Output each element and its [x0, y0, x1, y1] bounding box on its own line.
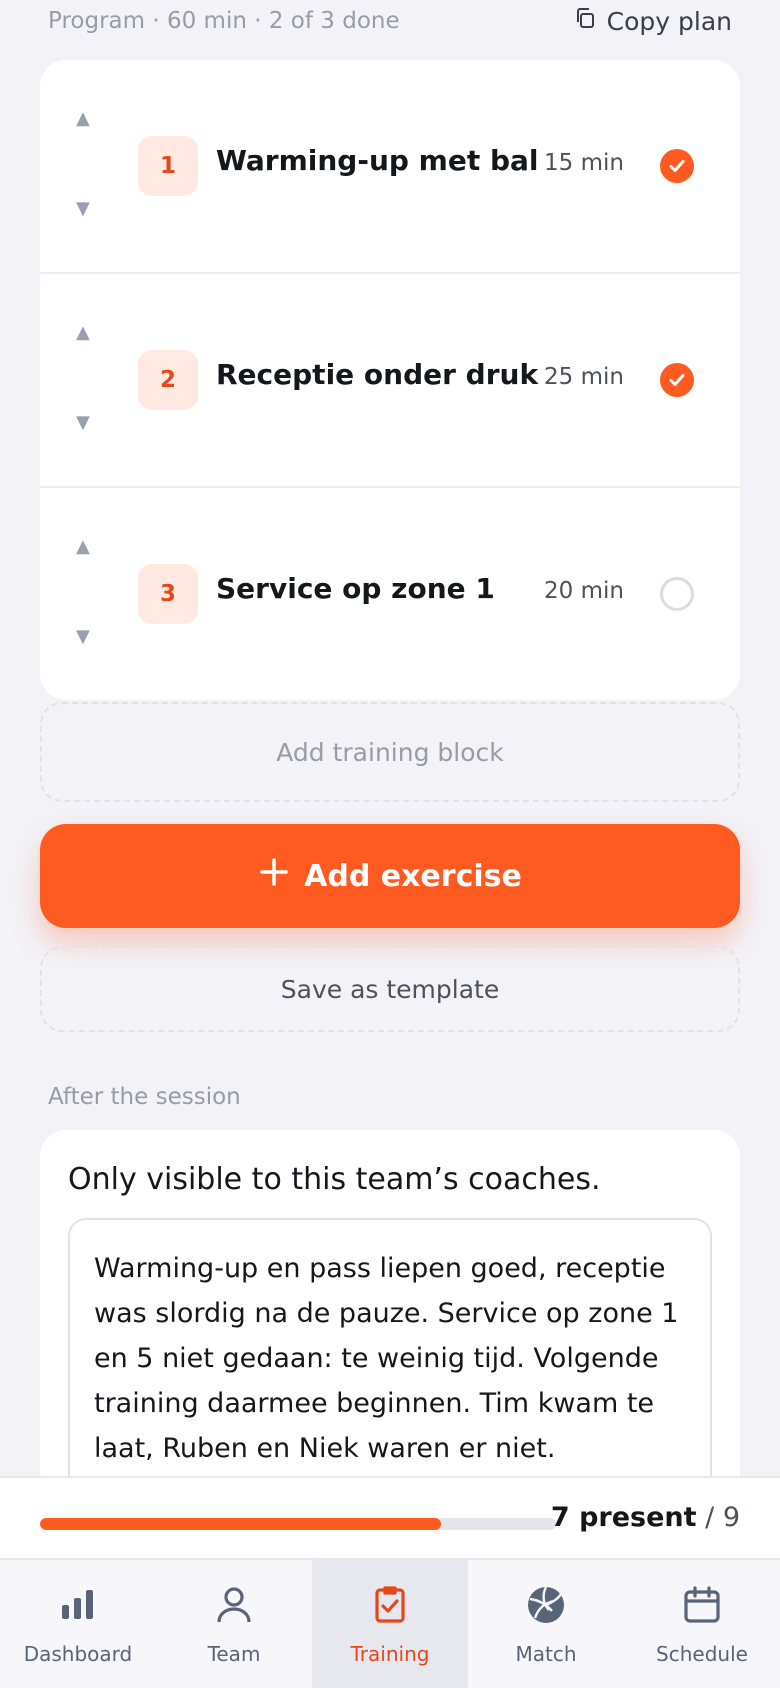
tab-label: Match: [515, 1641, 577, 1666]
exercise-list: ▲ ▼ 1 Warming-up met bal 15 min ▲ ▼ 2 Re…: [40, 60, 740, 700]
bottom-tab-bar: Dashboard Team Training Match Schedule: [0, 1558, 780, 1688]
move-down-icon[interactable]: ▼: [76, 628, 90, 646]
copy-icon: [573, 6, 597, 36]
exercise-name: Service op zone 1: [216, 572, 495, 605]
attendance-count: 7 present / 9: [551, 1502, 740, 1533]
exercise-number: 2: [138, 350, 198, 410]
move-up-icon[interactable]: ▲: [76, 324, 90, 342]
clipboard-check-icon: [368, 1583, 412, 1632]
add-exercise-label: Add exercise: [304, 858, 522, 894]
tab-label: Schedule: [656, 1641, 748, 1666]
exercise-name: Warming-up met bal: [216, 144, 539, 177]
save-as-template-button[interactable]: Save as template: [40, 946, 740, 1032]
move-down-icon[interactable]: ▼: [76, 414, 90, 432]
tab-team[interactable]: Team: [156, 1560, 312, 1688]
tab-match[interactable]: Match: [468, 1560, 624, 1688]
plus-icon: [258, 856, 290, 896]
exercise-duration: 25 min: [544, 364, 624, 390]
tab-label: Training: [350, 1641, 430, 1666]
exercise-row[interactable]: ▲ ▼ 2 Receptie onder druk 25 min: [40, 274, 740, 488]
session-notes-input[interactable]: Warming-up en pass liepen goed, receptie…: [68, 1218, 712, 1476]
program-header: Program · 60 min · 2 of 3 done Copy plan: [48, 6, 732, 36]
done-check-icon[interactable]: [660, 363, 694, 397]
add-training-block-button[interactable]: Add training block: [40, 702, 740, 802]
attendance-bar[interactable]: 7 present / 9: [0, 1476, 780, 1558]
program-meta: Program · 60 min · 2 of 3 done: [48, 8, 400, 34]
tab-schedule[interactable]: Schedule: [624, 1560, 780, 1688]
empty-circle-icon[interactable]: [660, 577, 694, 611]
move-up-icon[interactable]: ▲: [76, 110, 90, 128]
exercise-row[interactable]: ▲ ▼ 3 Service op zone 1 20 min: [40, 488, 740, 700]
training-scroll-area[interactable]: Program · 60 min · 2 of 3 done Copy plan…: [0, 0, 780, 1476]
bar-chart-icon: [56, 1583, 100, 1632]
after-session-label: After the session: [48, 1084, 241, 1110]
exercise-name: Receptie onder druk: [216, 358, 539, 391]
copy-plan-label: Copy plan: [606, 6, 732, 36]
session-notes-card: Only visible to this team’s coaches. War…: [40, 1130, 740, 1476]
move-down-icon[interactable]: ▼: [76, 200, 90, 218]
tab-label: Dashboard: [23, 1641, 133, 1666]
move-up-icon[interactable]: ▲: [76, 538, 90, 556]
volleyball-icon: [524, 1583, 568, 1632]
add-exercise-button[interactable]: Add exercise: [40, 824, 740, 928]
exercise-number: 1: [138, 136, 198, 196]
person-icon: [212, 1583, 256, 1632]
exercise-number: 3: [138, 564, 198, 624]
exercise-duration: 20 min: [544, 578, 624, 604]
copy-plan-button[interactable]: Copy plan: [573, 6, 732, 36]
tab-label: Team: [207, 1641, 261, 1666]
calendar-icon: [680, 1583, 724, 1632]
tab-training[interactable]: Training: [312, 1560, 468, 1688]
tab-dashboard[interactable]: Dashboard: [0, 1560, 156, 1688]
attendance-progress-fill: [40, 1518, 442, 1530]
exercise-duration: 15 min: [544, 150, 624, 176]
attendance-progress-track: [40, 1518, 556, 1530]
total-count: / 9: [705, 1502, 740, 1533]
present-count: 7 present: [550, 1502, 697, 1533]
notes-visibility-hint: Only visible to this team’s coaches.: [68, 1162, 601, 1197]
done-check-icon[interactable]: [660, 149, 694, 183]
exercise-row[interactable]: ▲ ▼ 1 Warming-up met bal 15 min: [40, 60, 740, 274]
